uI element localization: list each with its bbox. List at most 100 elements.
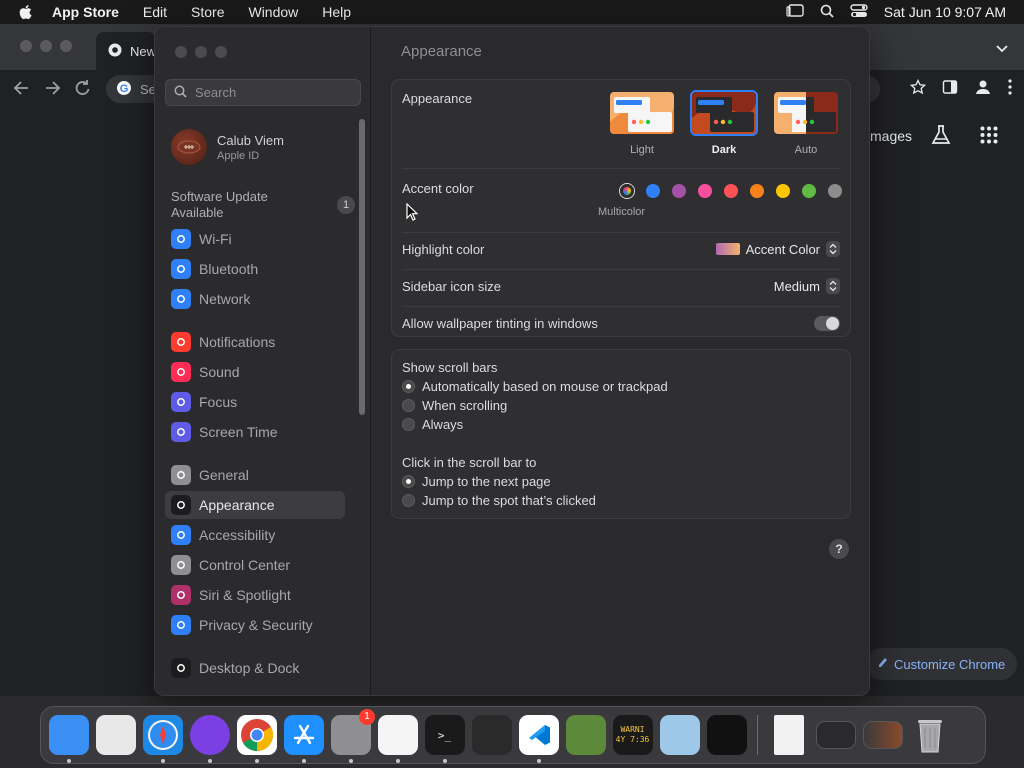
radio-button[interactable] [402,475,415,488]
menu-clock[interactable]: Sat Jun 10 9:07 AM [884,4,1006,20]
sidebar-item-general[interactable]: General [165,461,345,489]
accent-swatch-7[interactable] [802,184,816,198]
dock-item-system-settings[interactable]: 1 [328,708,375,763]
help-button[interactable]: ? [829,539,849,559]
icon-size-row: Sidebar icon size Medium [402,277,840,295]
control-center-icon[interactable] [850,3,868,21]
minimize-button[interactable] [195,46,207,58]
close-button[interactable] [175,46,187,58]
dock-item-safari[interactable] [140,713,185,763]
bell-icon [171,332,191,352]
divider [402,232,840,233]
minimize-button[interactable] [40,40,52,52]
update-count-badge: 1 [337,196,355,214]
dock-item-vscode[interactable] [516,713,561,763]
sidebar-item-appearance[interactable]: Appearance [165,491,345,519]
dock-item-textedit[interactable] [375,713,420,763]
dock-item-stage[interactable] [704,713,749,758]
accent-swatch-8[interactable] [828,184,842,198]
chevron-down-icon[interactable] [996,40,1008,58]
dock-item-finder[interactable] [46,713,91,763]
accent-swatch-3[interactable] [698,184,712,198]
apps-grid-icon[interactable] [980,126,998,149]
sidebar-item-notifications[interactable]: Notifications [165,328,345,356]
dock-item-firefox[interactable] [187,713,232,763]
tinting-toggle[interactable] [814,315,840,331]
radio-scroll-always[interactable]: Always [402,417,463,432]
sidebar-item-focus[interactable]: Focus [165,388,345,416]
dock-item-quicktime[interactable] [657,713,702,758]
dock-separator [757,715,758,755]
menu-edit[interactable]: Edit [143,4,167,20]
accent-swatch-4[interactable] [724,184,738,198]
icon-size-popup[interactable]: Medium [774,278,840,294]
sidebar-item-wi-fi[interactable]: Wi-Fi [165,225,345,253]
radio-button[interactable] [402,418,415,431]
radio-scroll-auto[interactable]: Automatically based on mouse or trackpad [402,379,668,394]
apple-id-profile[interactable]: Calub Viem Apple ID [171,129,284,165]
sidebar-item-screen-time[interactable]: Screen Time [165,418,345,446]
dock-item-launchpad[interactable] [93,713,138,758]
appearance-option-auto[interactable]: Auto [772,90,840,156]
sidebar-item-control-center[interactable]: Control Center [165,551,345,579]
apple-menu-icon[interactable] [18,4,38,20]
avatar [171,129,207,165]
radio-scroll-when-scrolling[interactable]: When scrolling [402,398,507,413]
accent-swatch-1[interactable] [646,184,660,198]
radio-button[interactable] [402,399,415,412]
reload-icon[interactable] [72,76,92,105]
accent-swatch-6[interactable] [776,184,790,198]
zoom-button[interactable] [215,46,227,58]
sidebar-item-sound[interactable]: Sound [165,358,345,386]
system-settings-window: Search Calub Viem Apple ID Software Upda… [154,26,870,696]
labs-flask-icon[interactable] [930,124,952,151]
wifi-icon [171,229,191,249]
appearance-option-dark[interactable]: Dark [690,90,758,156]
sidebar-item-accessibility[interactable]: Accessibility [165,521,345,549]
search-field[interactable]: Search [165,79,361,106]
dock-item-window-preview-2[interactable] [860,713,905,758]
dock-item-document[interactable] [766,713,811,758]
spotlight-icon[interactable] [820,4,834,21]
images-link[interactable]: mages [870,128,912,144]
software-update-item[interactable]: Software Update Available 1 [171,189,355,221]
menu-help[interactable]: Help [322,4,351,20]
accent-multicolor[interactable] [620,184,634,198]
dock-item-terminal[interactable]: >_ [422,713,467,763]
dock-item-window-preview-1[interactable] [813,713,858,758]
radio-click-spot[interactable]: Jump to the spot that’s clicked [402,493,596,508]
sidebar-item-desktop-dock[interactable]: Desktop & Dock [165,654,345,682]
stage-manager-icon[interactable] [786,3,804,21]
dock-item-trash[interactable] [907,713,952,758]
dock-item-app-store[interactable] [281,713,326,763]
chrome-tab[interactable]: New [96,32,156,70]
radio-button[interactable] [402,494,415,507]
accent-swatch-2[interactable] [672,184,686,198]
dock-item-chrome[interactable] [234,713,279,763]
side-panel-icon[interactable] [942,79,958,100]
sidebar-item-bluetooth[interactable]: Bluetooth [165,255,345,283]
more-menu-icon[interactable] [1008,79,1012,100]
back-arrow-icon[interactable] [12,76,32,105]
bookmark-star-icon[interactable] [909,78,927,100]
appearance-option-light[interactable]: Light [608,90,676,156]
customize-chrome-button[interactable]: Customize Chrome [866,648,1018,680]
dock-item-console[interactable]: WARNI 4Y 7:36 [610,713,655,758]
sidebar-item-privacy-security[interactable]: Privacy & Security [165,611,345,639]
menu-window[interactable]: Window [248,4,298,20]
profile-icon[interactable] [974,78,992,101]
menu-store[interactable]: Store [191,4,224,20]
accent-swatch-5[interactable] [750,184,764,198]
dock-item-garageband[interactable] [469,713,514,758]
zoom-button[interactable] [60,40,72,52]
sidebar-item-network[interactable]: Network [165,285,345,313]
radio-button[interactable] [402,380,415,393]
radio-click-next-page[interactable]: Jump to the next page [402,474,551,489]
close-button[interactable] [20,40,32,52]
forward-arrow-icon[interactable] [42,76,62,105]
highlight-popup[interactable]: Accent Color [715,241,840,257]
dock-item-minecraft[interactable] [563,713,608,758]
sidebar-item-siri-spotlight[interactable]: Siri & Spotlight [165,581,345,609]
sidebar-scrollbar[interactable] [359,119,365,415]
menu-app-name[interactable]: App Store [52,4,119,20]
